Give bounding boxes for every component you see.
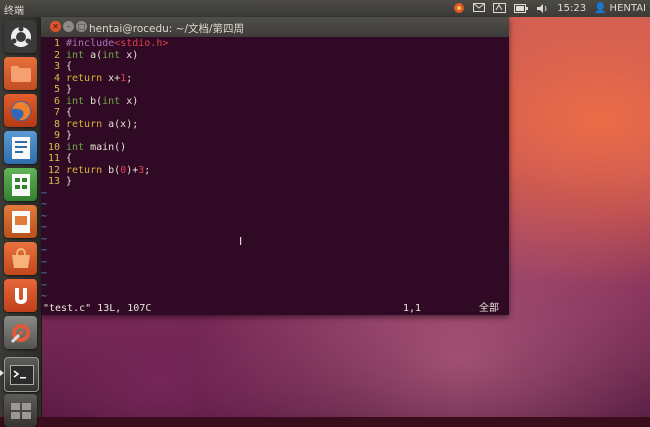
code-token: )+ bbox=[126, 164, 139, 176]
code-line: 4 return x+1; bbox=[41, 73, 132, 85]
terminal-window: ✕ – □ hentai@rocedu: ~/文档/第四周 1 #include<… bbox=[41, 17, 509, 315]
unity-launcher bbox=[0, 17, 42, 427]
line-number: 2 bbox=[53, 49, 60, 61]
files-folder-icon[interactable] bbox=[4, 57, 37, 90]
clock[interactable]: 15:23 bbox=[557, 3, 586, 14]
minimize-icon[interactable]: – bbox=[63, 21, 74, 32]
dash-home-icon[interactable] bbox=[4, 20, 37, 53]
calc-icon[interactable] bbox=[4, 168, 37, 201]
code-token: } bbox=[66, 176, 73, 187]
indicator-area: 15:23 👤 HENTAI bbox=[453, 2, 646, 14]
code-token: int bbox=[102, 49, 121, 61]
code-token: #include bbox=[66, 38, 115, 49]
window-title: hentai@rocedu: ~/文档/第四周 bbox=[89, 23, 245, 35]
tilde-marker: ~ bbox=[41, 187, 48, 199]
code-token: int bbox=[102, 95, 121, 107]
status-file-info: "test.c" 13L, 107C bbox=[43, 303, 152, 314]
tilde-marker: ~ bbox=[41, 279, 48, 291]
tilde-marker: ~ bbox=[41, 245, 48, 256]
code-token: { bbox=[66, 61, 73, 72]
code-line: 12 return b(0)+3; bbox=[41, 165, 150, 177]
line-number: 4 bbox=[53, 72, 60, 84]
code-line: 2 int a(int x) bbox=[41, 50, 138, 62]
workspace-switcher-icon[interactable] bbox=[4, 394, 37, 427]
code-token: { bbox=[66, 107, 73, 118]
tilde-marker: ~ bbox=[41, 222, 48, 233]
line-number: 10 bbox=[47, 141, 60, 153]
code-line: 1 #include<stdio.h> bbox=[41, 38, 168, 50]
code-token: b( bbox=[102, 164, 121, 176]
writer-icon[interactable] bbox=[4, 131, 37, 164]
line-number: 11 bbox=[47, 153, 60, 164]
code-line: 6 int b(int x) bbox=[41, 96, 138, 108]
code-line: 9} bbox=[41, 130, 72, 142]
ubuntu-one-icon[interactable] bbox=[4, 279, 37, 312]
code-line: 13} bbox=[41, 176, 72, 188]
code-token: ; bbox=[126, 72, 133, 84]
terminal-icon[interactable] bbox=[4, 357, 39, 392]
code-token: main() bbox=[84, 141, 127, 153]
update-icon[interactable] bbox=[453, 2, 465, 14]
code-token: a( bbox=[84, 49, 103, 61]
code-token: int bbox=[66, 49, 85, 61]
code-line: 5} bbox=[41, 84, 72, 96]
vim-status-line: "test.c" 13L, 107C 1,1 全部 bbox=[41, 302, 509, 315]
mouse-cursor-ibeam: I bbox=[239, 235, 243, 248]
code-token: x) bbox=[120, 49, 139, 61]
code-token: a(x); bbox=[102, 118, 139, 130]
app-menu-title[interactable]: 终端 bbox=[4, 2, 24, 17]
status-cursor-position: 1,1 bbox=[403, 303, 422, 314]
window-titlebar[interactable]: ✕ – □ hentai@rocedu: ~/文档/第四周 bbox=[41, 17, 509, 37]
volume-icon[interactable] bbox=[536, 3, 549, 14]
line-number: 9 bbox=[53, 130, 60, 141]
mail-icon[interactable] bbox=[473, 3, 486, 13]
keyboard-icon[interactable] bbox=[493, 3, 507, 13]
terminal-text-area[interactable]: 1 #include<stdio.h> 2 int a(int x) 3{4 return… bbox=[41, 37, 509, 315]
line-number: 6 bbox=[53, 95, 60, 107]
tilde-marker: ~ bbox=[41, 199, 48, 210]
maximize-icon[interactable]: □ bbox=[76, 21, 87, 32]
line-number: 13 bbox=[47, 176, 60, 187]
line-number: 12 bbox=[47, 164, 60, 176]
user-icon: 👤 bbox=[594, 2, 607, 14]
code-token: { bbox=[66, 153, 73, 164]
top-panel: 终端 15:23 👤 HENTAI bbox=[0, 0, 650, 17]
code-line: 3{ bbox=[41, 61, 72, 73]
code-token: b( bbox=[84, 95, 103, 107]
code-token: int bbox=[66, 141, 85, 153]
close-icon[interactable]: ✕ bbox=[50, 21, 61, 32]
code-token: ; bbox=[144, 164, 151, 176]
code-token: <stdio.h> bbox=[114, 38, 169, 49]
tilde-marker: ~ bbox=[41, 256, 48, 268]
tilde-marker: ~ bbox=[41, 233, 48, 245]
software-center-icon[interactable] bbox=[4, 242, 37, 275]
code-token: int bbox=[66, 95, 85, 107]
user-name: HENTAI bbox=[609, 2, 646, 14]
code-token: return bbox=[66, 72, 103, 84]
line-number: 5 bbox=[53, 84, 60, 95]
code-line: 7{ bbox=[41, 107, 72, 119]
code-token: } bbox=[66, 130, 73, 141]
impress-icon[interactable] bbox=[4, 205, 37, 238]
line-number: 3 bbox=[53, 61, 60, 72]
code-token: x) bbox=[120, 95, 139, 107]
battery-icon[interactable] bbox=[514, 3, 529, 13]
code-line: 8 return a(x); bbox=[41, 119, 138, 131]
tilde-marker: ~ bbox=[41, 291, 48, 302]
tilde-marker: ~ bbox=[41, 268, 48, 279]
code-token: } bbox=[66, 84, 73, 95]
code-token: return bbox=[66, 118, 103, 130]
tilde-marker: ~ bbox=[41, 210, 48, 222]
line-number: 7 bbox=[53, 107, 60, 118]
code-line: 11 { bbox=[41, 153, 72, 165]
firefox-icon[interactable] bbox=[4, 94, 37, 127]
code-token: return bbox=[66, 164, 103, 176]
line-number: 8 bbox=[53, 118, 60, 130]
system-settings-icon[interactable] bbox=[4, 316, 37, 349]
user-menu[interactable]: 👤 HENTAI bbox=[594, 3, 646, 14]
code-token: x+ bbox=[102, 72, 121, 84]
status-scroll-indicator: 全部 bbox=[479, 303, 499, 314]
line-number: 1 bbox=[53, 38, 60, 49]
code-line: 10 int main() bbox=[41, 142, 126, 154]
